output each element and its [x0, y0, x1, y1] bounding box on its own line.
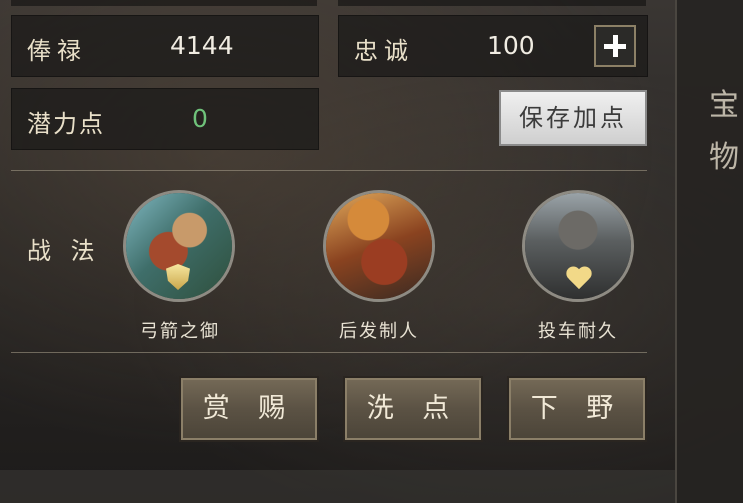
treasure-char-2: 物 — [709, 140, 739, 175]
divider-top — [11, 170, 647, 171]
potential-label: 潜力点 — [27, 110, 105, 138]
skill-catapult-durability[interactable] — [522, 190, 634, 302]
salary-value: 4144 — [170, 31, 234, 60]
skill-bow-defense-name: 弓箭之御 — [140, 321, 220, 342]
skill-counter-strike[interactable] — [323, 190, 435, 302]
divider-bottom — [11, 352, 647, 353]
skill-counter-strike-art — [326, 193, 432, 299]
top-strip-left — [11, 0, 317, 6]
treasure-char-1: 宝 — [709, 88, 739, 123]
skill-catapult-durability-name: 投车耐久 — [538, 321, 618, 342]
save-points-button[interactable]: 保存加点 — [499, 90, 647, 146]
salary-stat: 俸禄 4144 — [11, 15, 319, 77]
potential-value: 0 — [192, 104, 208, 133]
add-loyalty-button[interactable] — [594, 25, 636, 67]
reward-button[interactable]: 赏 赐 — [179, 376, 319, 442]
heart-icon — [565, 267, 593, 291]
dismiss-button[interactable]: 下 野 — [507, 376, 647, 442]
potential-stat: 潜力点 0 — [11, 88, 319, 150]
loyalty-label: 忠诚 — [354, 37, 414, 65]
top-strip-right — [338, 0, 646, 6]
bottom-band — [0, 470, 675, 503]
treasure-side-panel[interactable] — [675, 0, 743, 503]
reset-points-button[interactable]: 洗 点 — [343, 376, 483, 442]
tactics-label: 战 法 — [27, 237, 101, 265]
skill-bow-defense[interactable] — [123, 190, 235, 302]
salary-label: 俸禄 — [27, 37, 87, 65]
loyalty-value: 100 — [487, 31, 535, 60]
skill-counter-strike-name: 后发制人 — [339, 321, 419, 342]
